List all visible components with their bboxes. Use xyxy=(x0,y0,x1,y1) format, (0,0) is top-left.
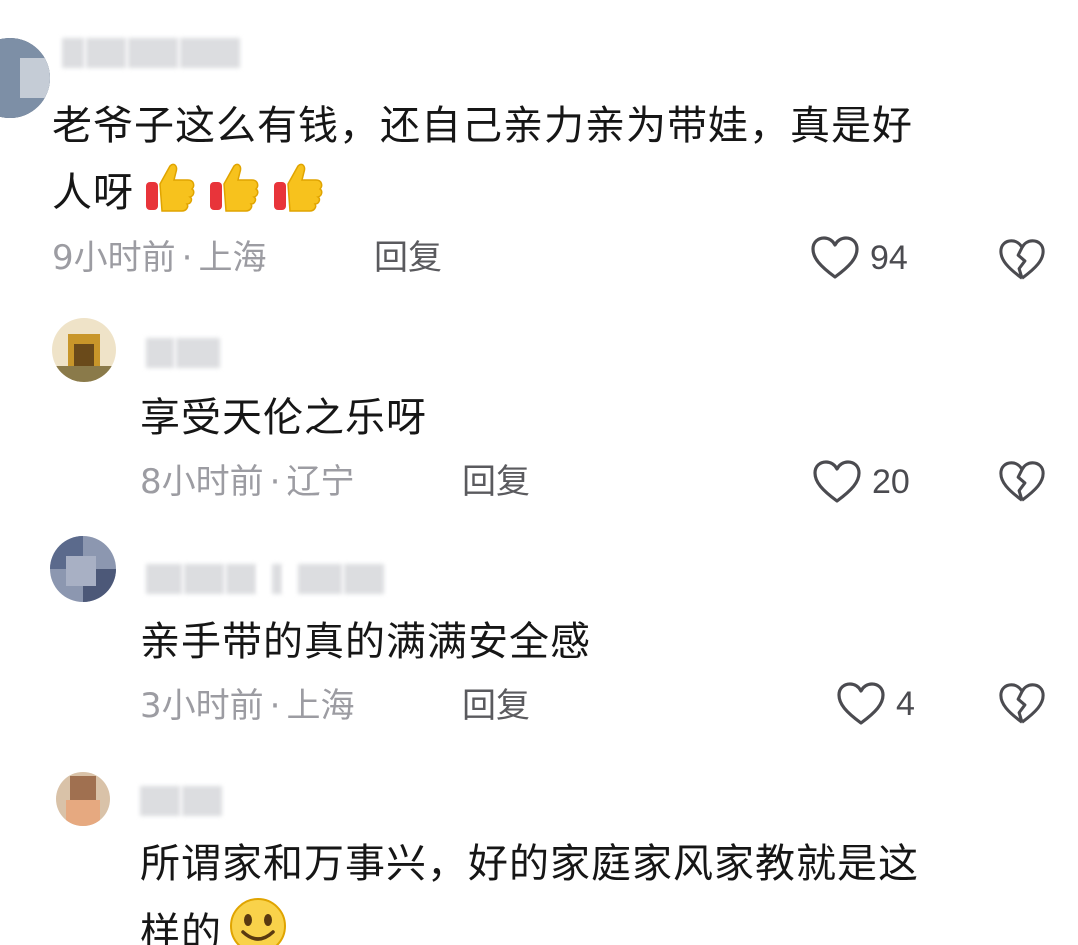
comment-meta: 9小时前 · 上海 xyxy=(52,238,267,278)
comment-text: 老爷子这么有钱，还自己亲力亲为带娃，真是好 人呀 xyxy=(52,94,1052,235)
comment-text-line-1: 享受天伦之乐呀 xyxy=(140,395,427,441)
comment-1: 老爷子这么有钱，还自己亲力亲为带娃，真是好 人呀 9小时前 · 上海 回复 94 xyxy=(0,0,1078,300)
reply-button[interactable]: 回复 xyxy=(374,238,442,278)
comment-location: 上海 xyxy=(286,686,355,726)
smiley-icon xyxy=(228,896,288,945)
like-count: 94 xyxy=(870,238,908,277)
like-button[interactable]: 4 xyxy=(836,680,915,728)
broken-heart-icon[interactable] xyxy=(998,236,1046,284)
comment-meta: 8小时前 · 辽宁 xyxy=(140,462,355,502)
username-blurred[interactable] xyxy=(146,564,384,594)
comment-location: 上海 xyxy=(198,238,267,278)
broken-heart-icon[interactable] xyxy=(998,458,1046,506)
avatar[interactable] xyxy=(0,38,50,118)
like-count: 4 xyxy=(896,684,915,723)
username-blurred[interactable] xyxy=(146,338,220,368)
avatar[interactable] xyxy=(50,536,116,602)
comment-list: 老爷子这么有钱，还自己亲力亲为带娃，真是好 人呀 9小时前·上海 回复 94 xyxy=(0,0,1078,945)
broken-heart-icon[interactable] xyxy=(998,680,1046,728)
thumbs-up-icon xyxy=(140,158,198,235)
username-blurred[interactable] xyxy=(62,38,240,68)
comment-text: 亲手带的真的满满安全感 xyxy=(140,610,1040,674)
comment-location: 辽宁 xyxy=(286,462,355,502)
comment-meta: 3小时前 · 上海 xyxy=(140,686,355,726)
like-button[interactable]: 20 xyxy=(812,458,910,506)
comment-text-line-1: 亲手带的真的满满安全感 xyxy=(140,619,591,665)
comment-text: 所谓家和万事兴，好的家庭家风家教就是这 样的 xyxy=(140,832,1060,945)
comment-time: 3小时前 xyxy=(140,686,264,726)
thumbs-up-icon xyxy=(268,158,326,235)
comment-text-line-2: 样的 xyxy=(140,896,1060,945)
reply-button[interactable]: 回复 xyxy=(462,686,530,726)
comment-4: 所谓家和万事兴，好的家庭家风家教就是这 样的 xyxy=(0,750,1078,945)
heart-icon xyxy=(813,460,861,503)
heart-icon xyxy=(837,682,885,725)
username-blurred[interactable] xyxy=(140,786,222,816)
heart-icon xyxy=(811,236,859,279)
thumbs-up-icon xyxy=(204,158,262,235)
comment-text-line-1: 所谓家和万事兴，好的家庭家风家教就是这 xyxy=(140,841,919,887)
like-count: 20 xyxy=(872,462,910,501)
comment-text-line-1: 老爷子这么有钱，还自己亲力亲为带娃，真是好 xyxy=(52,103,913,149)
reply-button[interactable]: 回复 xyxy=(462,462,530,502)
like-button[interactable]: 94 xyxy=(810,234,908,282)
avatar[interactable] xyxy=(52,318,116,382)
comment-text-line-2: 人呀 xyxy=(52,158,1052,235)
comment-time: 8小时前 xyxy=(140,462,264,502)
avatar[interactable] xyxy=(56,772,110,826)
comment-3: 亲手带的真的满满安全感 3小时前 · 上海 回复 4 xyxy=(0,530,1078,750)
comment-text: 享受天伦之乐呀 xyxy=(140,386,1040,450)
comment-time: 9小时前 xyxy=(52,238,176,278)
comment-2: 享受天伦之乐呀 8小时前 · 辽宁 回复 20 xyxy=(0,300,1078,530)
